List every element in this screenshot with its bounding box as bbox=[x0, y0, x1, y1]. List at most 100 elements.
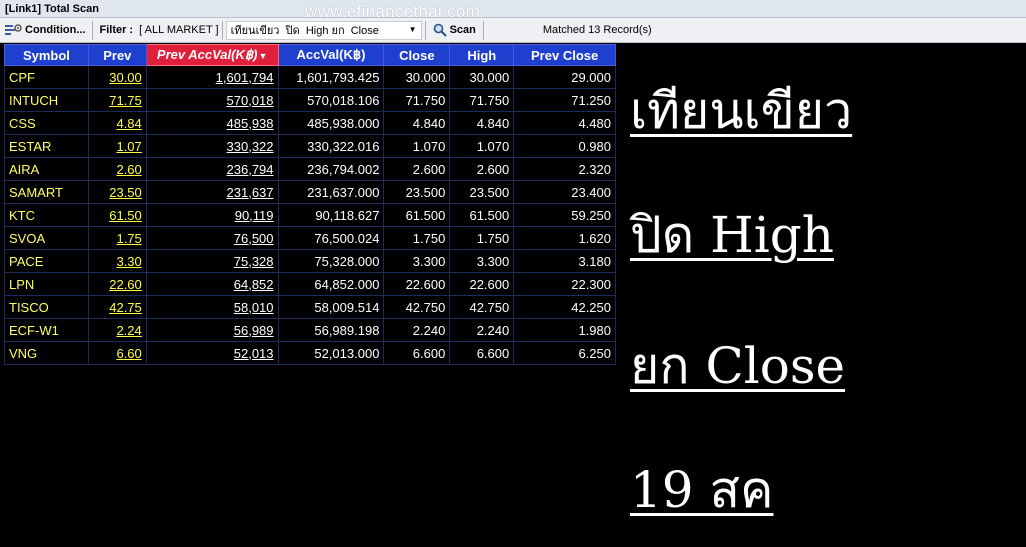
col-prev-accval[interactable]: Prev AccVal(K฿)▼ bbox=[145, 44, 279, 66]
cell-prev-accval[interactable]: 236,794 bbox=[145, 157, 279, 181]
cell-close: 6.600 bbox=[383, 341, 451, 365]
cell-prev-accval[interactable]: 76,500 bbox=[145, 226, 279, 250]
cell-prev[interactable]: 30.00 bbox=[87, 65, 147, 89]
cell-high: 42.750 bbox=[449, 295, 515, 319]
scan-button[interactable]: Scan bbox=[429, 20, 480, 41]
table-row[interactable]: ESTAR 1.07 330,322 330,322.016 1.070 1.070 0.9… bbox=[4, 134, 616, 158]
cell-close: 2.240 bbox=[383, 318, 451, 342]
cell-symbol[interactable]: CPF bbox=[4, 65, 89, 89]
cell-accval: 52,013.000 bbox=[277, 341, 385, 365]
table-row[interactable]: ECF-W1 2.24 56,989 56,989.198 2.240 2.240 1.98… bbox=[4, 318, 616, 342]
cell-prev[interactable]: 22.60 bbox=[87, 272, 147, 296]
col-prev[interactable]: Prev bbox=[87, 44, 147, 66]
magnifier-icon bbox=[433, 23, 447, 37]
cell-prev-accval[interactable]: 570,018 bbox=[145, 88, 279, 112]
cell-prev-accval[interactable]: 56,989 bbox=[145, 318, 279, 342]
col-high[interactable]: High bbox=[449, 44, 515, 66]
cell-symbol[interactable]: KTC bbox=[4, 203, 89, 227]
cell-prev-close: 2.320 bbox=[513, 157, 616, 181]
cell-close: 2.600 bbox=[383, 157, 451, 181]
table-row[interactable]: VNG 6.60 52,013 52,013.000 6.600 6.600 6.250 bbox=[4, 341, 616, 365]
table-row[interactable]: KTC 61.50 90,119 90,118.627 61.500 61.500 59.2… bbox=[4, 203, 616, 227]
toolbar-separator bbox=[92, 20, 94, 40]
cell-prev[interactable]: 1.07 bbox=[87, 134, 147, 158]
condition-button[interactable]: Condition... bbox=[0, 20, 89, 41]
table-row[interactable]: LPN 22.60 64,852 64,852.000 22.600 22.600 22.3… bbox=[4, 272, 616, 296]
col-close[interactable]: Close bbox=[383, 44, 451, 66]
table-row[interactable]: SAMART 23.50 231,637 231,637.000 23.500 23.50… bbox=[4, 180, 616, 204]
cell-accval: 236,794.002 bbox=[277, 157, 385, 181]
cell-symbol[interactable]: CSS bbox=[4, 111, 89, 135]
table-row[interactable]: INTUCH 71.75 570,018 570,018.106 71.750 71.75… bbox=[4, 88, 616, 112]
cell-symbol[interactable]: ESTAR bbox=[4, 134, 89, 158]
cell-symbol[interactable]: SAMART bbox=[4, 180, 89, 204]
cell-prev[interactable]: 61.50 bbox=[87, 203, 147, 227]
cell-prev-accval[interactable]: 90,119 bbox=[145, 203, 279, 227]
cell-prev-accval[interactable]: 75,328 bbox=[145, 249, 279, 273]
cell-prev[interactable]: 3.30 bbox=[87, 249, 147, 273]
col-symbol[interactable]: Symbol bbox=[4, 44, 89, 66]
cell-prev[interactable]: 42.75 bbox=[87, 295, 147, 319]
table-row[interactable]: TISCO 42.75 58,010 58,009.514 42.750 42.750 42… bbox=[4, 295, 616, 319]
cell-high: 61.500 bbox=[449, 203, 515, 227]
cell-prev[interactable]: 2.60 bbox=[87, 157, 147, 181]
cell-symbol[interactable]: AIRA bbox=[4, 157, 89, 181]
table-row[interactable]: PACE 3.30 75,328 75,328.000 3.300 3.300 3.180 bbox=[4, 249, 616, 273]
cell-prev[interactable]: 71.75 bbox=[87, 88, 147, 112]
col-prev-close[interactable]: Prev Close bbox=[513, 44, 616, 66]
cell-prev[interactable]: 23.50 bbox=[87, 180, 147, 204]
sort-desc-icon: ▼ bbox=[258, 51, 268, 61]
scan-condition-select[interactable]: เทียนเขียว ปิด High ยก Close ▼ bbox=[225, 20, 422, 40]
cell-prev-close: 1.620 bbox=[513, 226, 616, 250]
cell-prev-accval[interactable]: 64,852 bbox=[145, 272, 279, 296]
cell-prev[interactable]: 1.75 bbox=[87, 226, 147, 250]
cell-symbol[interactable]: PACE bbox=[4, 249, 89, 273]
cell-symbol[interactable]: ECF-W1 bbox=[4, 318, 89, 342]
cell-prev[interactable]: 2.24 bbox=[87, 318, 147, 342]
cell-prev[interactable]: 6.60 bbox=[87, 341, 147, 365]
cell-prev[interactable]: 4.84 bbox=[87, 111, 147, 135]
cell-symbol[interactable]: TISCO bbox=[4, 295, 89, 319]
cell-prev-close: 42.250 bbox=[513, 295, 616, 319]
cell-accval: 76,500.024 bbox=[277, 226, 385, 250]
cell-prev-accval[interactable]: 485,938 bbox=[145, 111, 279, 135]
cell-high: 1.070 bbox=[449, 134, 515, 158]
cell-accval: 570,018.106 bbox=[277, 88, 385, 112]
cell-prev-accval[interactable]: 52,013 bbox=[145, 341, 279, 365]
cell-symbol[interactable]: LPN bbox=[4, 272, 89, 296]
filter-market[interactable]: [ ALL MARKET ] bbox=[139, 24, 218, 36]
cell-prev-accval[interactable]: 58,010 bbox=[145, 295, 279, 319]
cell-prev-accval[interactable]: 330,322 bbox=[145, 134, 279, 158]
toolbar-separator bbox=[482, 20, 484, 40]
cell-accval: 330,322.016 bbox=[277, 134, 385, 158]
table-row[interactable]: AIRA 2.60 236,794 236,794.002 2.600 2.600 2.32… bbox=[4, 157, 616, 181]
table-header-row: Symbol Prev Prev AccVal(K฿)▼ AccVal(K฿) … bbox=[4, 44, 616, 66]
col-prev-accval-label: Prev AccVal(K฿) bbox=[156, 47, 258, 62]
cell-accval: 75,328.000 bbox=[277, 249, 385, 273]
cell-accval: 485,938.000 bbox=[277, 111, 385, 135]
cell-high: 3.300 bbox=[449, 249, 515, 273]
cell-high: 2.240 bbox=[449, 318, 515, 342]
cell-close: 30.000 bbox=[383, 65, 451, 89]
toolbar-separator bbox=[424, 20, 426, 40]
cell-symbol[interactable]: INTUCH bbox=[4, 88, 89, 112]
cell-high: 30.000 bbox=[449, 65, 515, 89]
cell-prev-close: 6.250 bbox=[513, 341, 616, 365]
scan-condition-value: เทียนเขียว ปิด High ยก Close bbox=[230, 25, 379, 37]
cell-symbol[interactable]: SVOA bbox=[4, 226, 89, 250]
cell-accval: 58,009.514 bbox=[277, 295, 385, 319]
cell-prev-accval[interactable]: 231,637 bbox=[145, 180, 279, 204]
cell-accval: 64,852.000 bbox=[277, 272, 385, 296]
table-row[interactable]: CPF 30.00 1,601,794 1,601,793.425 30.000 30.0… bbox=[4, 65, 616, 89]
table-row[interactable]: SVOA 1.75 76,500 76,500.024 1.750 1.750 1.620 bbox=[4, 226, 616, 250]
cell-symbol[interactable]: VNG bbox=[4, 341, 89, 365]
scan-results-table: Symbol Prev Prev AccVal(K฿)▼ AccVal(K฿) … bbox=[4, 44, 616, 365]
table-row[interactable]: CSS 4.84 485,938 485,938.000 4.840 4.840 4.480 bbox=[4, 111, 616, 135]
caption-line-4: 19 สค bbox=[630, 461, 774, 519]
cell-close: 1.750 bbox=[383, 226, 451, 250]
chevron-down-icon[interactable]: ▼ bbox=[409, 25, 417, 34]
cell-high: 1.750 bbox=[449, 226, 515, 250]
col-accval[interactable]: AccVal(K฿) bbox=[277, 44, 385, 66]
cell-prev-accval[interactable]: 1,601,794 bbox=[145, 65, 279, 89]
cell-prev-close: 0.980 bbox=[513, 134, 616, 158]
